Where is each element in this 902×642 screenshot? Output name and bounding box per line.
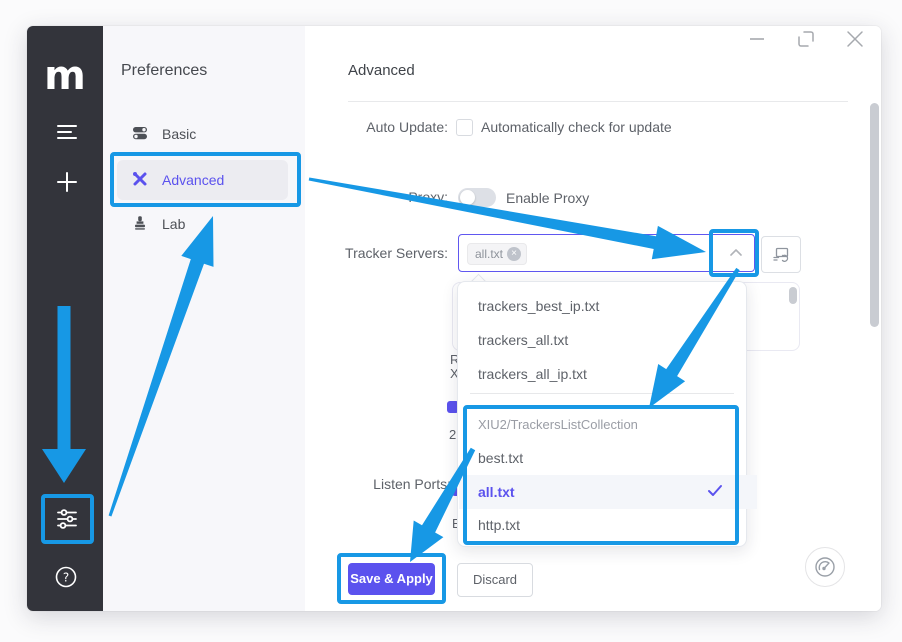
tools-icon xyxy=(132,171,148,187)
occluded-text-fragment: 2 xyxy=(449,427,456,442)
page-title: Advanced xyxy=(348,62,415,79)
preferences-nav-panel xyxy=(103,26,305,611)
toggle-knob xyxy=(460,190,475,205)
minimize-button[interactable] xyxy=(744,28,770,50)
add-task-icon[interactable] xyxy=(55,170,79,194)
auto-update-checkbox-label[interactable]: Automatically check for update xyxy=(481,119,672,135)
dropdown-item[interactable]: best.txt xyxy=(459,441,757,475)
app-sidebar: m ? xyxy=(27,26,103,611)
preferences-title: Preferences xyxy=(121,62,207,80)
close-button[interactable] xyxy=(842,26,868,52)
check-icon xyxy=(706,483,724,499)
task-list-icon[interactable] xyxy=(55,120,79,144)
proxy-toggle[interactable] xyxy=(458,188,496,207)
proxy-toggle-label: Enable Proxy xyxy=(506,190,589,206)
dropdown-item[interactable]: trackers_all.txt xyxy=(459,323,757,357)
tag-close-icon[interactable]: × xyxy=(507,247,521,261)
preferences-sliders-icon[interactable] xyxy=(55,507,79,531)
nav-item-advanced-label: Advanced xyxy=(162,172,224,188)
dropdown-item[interactable]: trackers_best_ip.txt xyxy=(459,289,757,323)
help-icon[interactable]: ? xyxy=(54,565,78,589)
nav-item-lab[interactable]: Lab xyxy=(112,212,292,238)
svg-text:?: ? xyxy=(63,571,69,585)
tag-label: all.txt xyxy=(475,247,503,261)
dropdown-item[interactable]: trackers_all_ip.txt xyxy=(459,357,757,391)
screenshot-stage: m ? xyxy=(0,0,902,642)
nav-item-basic-label: Basic xyxy=(162,126,196,142)
nav-item-lab-label: Lab xyxy=(162,216,185,232)
dropdown-divider xyxy=(470,393,734,394)
auto-update-label: Auto Update: xyxy=(227,119,448,135)
tracker-servers-select[interactable]: all.txt × xyxy=(458,234,755,272)
toggles-icon xyxy=(132,125,148,141)
listen-ports-label: Listen Ports: xyxy=(231,476,451,492)
sync-source-icon xyxy=(772,246,790,263)
proxy-label: Proxy: xyxy=(227,189,448,205)
save-apply-button[interactable]: Save & Apply xyxy=(348,563,435,595)
title-divider xyxy=(348,101,848,102)
dropdown-group-label: XIU2/TrackersListCollection xyxy=(478,412,638,438)
discard-button[interactable]: Discard xyxy=(457,563,533,597)
chevron-up-icon[interactable] xyxy=(727,245,745,261)
speed-indicator-button[interactable] xyxy=(805,547,845,587)
dropdown-item[interactable]: http.txt xyxy=(459,508,757,542)
tracker-dropdown: trackers_best_ip.txt trackers_all.txt tr… xyxy=(457,281,747,547)
tracker-servers-label: Tracker Servers: xyxy=(227,245,448,261)
main-scrollbar[interactable] xyxy=(870,103,879,327)
lab-stamp-icon xyxy=(132,215,148,231)
speedometer-icon xyxy=(813,555,837,579)
app-logo: m xyxy=(27,56,103,102)
app-window: m ? xyxy=(27,26,881,611)
restore-button[interactable] xyxy=(793,26,819,52)
selected-tracker-tag: all.txt × xyxy=(467,243,527,265)
sync-trackers-button[interactable] xyxy=(761,236,801,273)
auto-update-checkbox[interactable] xyxy=(456,119,473,136)
textarea-scrollbar[interactable] xyxy=(789,287,797,304)
